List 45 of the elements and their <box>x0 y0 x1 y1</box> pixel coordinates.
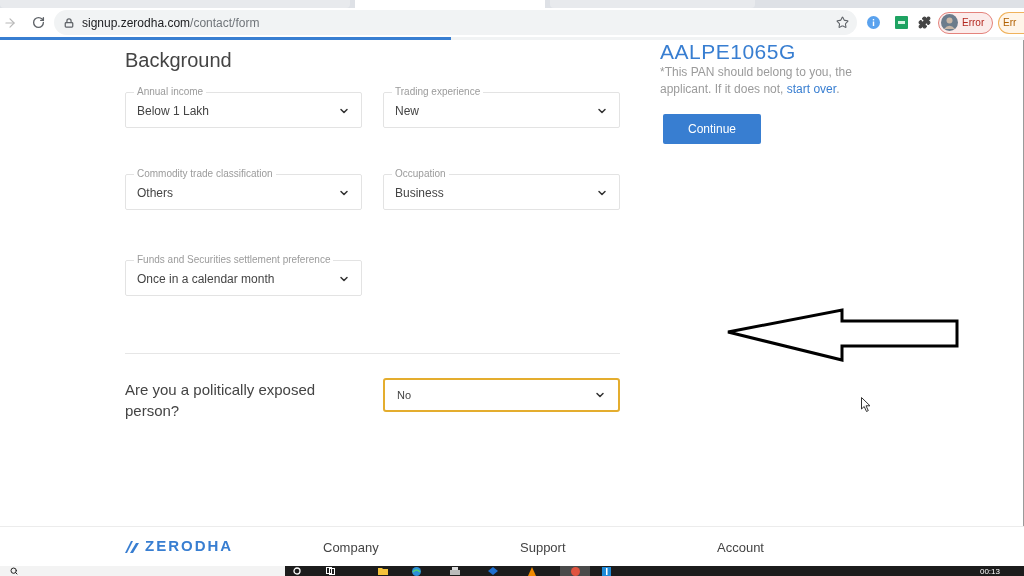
continue-button[interactable]: Continue <box>663 114 761 144</box>
question-text: Are you a politically exposed person? <box>125 380 317 421</box>
field-label: Annual income <box>136 87 205 97</box>
search-icon <box>10 567 18 575</box>
ring-icon[interactable] <box>293 567 301 575</box>
footer-heading: Company <box>323 539 379 555</box>
star-icon[interactable] <box>836 16 849 29</box>
left-arrow-icon <box>726 308 960 363</box>
puzzle-icon[interactable] <box>918 16 931 29</box>
field-label: Funds and Securities settlement preference <box>136 255 332 265</box>
globe-icon[interactable] <box>412 566 421 576</box>
printer-icon[interactable] <box>450 567 460 575</box>
arrow-right-icon <box>3 15 17 30</box>
footer-logo[interactable]: ZERODHA <box>145 535 234 558</box>
dropdown-field[interactable]: Funds and Securities settlement preference Once in a calendar month <box>125 255 362 296</box>
reload-icon <box>31 16 45 29</box>
field-label: Commodity trade classification <box>136 169 274 179</box>
cone-icon[interactable] <box>528 566 536 576</box>
kite-logo-icon <box>125 540 139 553</box>
square-logo-icon[interactable] <box>895 16 908 29</box>
mouse-pointer-icon <box>861 397 871 412</box>
dropdown-field[interactable]: Trading experience New <box>383 87 620 128</box>
profile-button[interactable]: Err <box>998 11 1024 34</box>
dropdown-field[interactable]: No <box>383 378 620 412</box>
footer-heading: Support <box>520 539 566 555</box>
pan-number: AALPE1065G <box>660 41 797 63</box>
square-icon[interactable] <box>602 566 611 576</box>
dropdown-field[interactable]: Annual income Below 1 Lakh <box>125 87 362 128</box>
section-title: Background <box>125 48 233 73</box>
start-over-link[interactable]: start over <box>786 82 837 96</box>
dropdown-field[interactable]: Commodity trade classification Others <box>125 169 362 210</box>
dropdown-field[interactable]: Occupation Business <box>383 169 620 210</box>
url-text: signup.zerodha.com/contact/form <box>82 14 260 32</box>
address-bar[interactable]: signup.zerodha.com/contact/form <box>54 10 857 35</box>
profile-button[interactable]: Error <box>938 11 993 34</box>
avatar-icon <box>941 14 958 31</box>
clock-text: 00:13 <box>979 566 1000 576</box>
info-icon[interactable] <box>867 16 880 29</box>
task-view-icon[interactable] <box>326 567 335 575</box>
field-label: Occupation <box>394 169 447 179</box>
taskbar-search-field[interactable] <box>0 566 285 576</box>
footer-heading: Account <box>717 539 764 555</box>
field-label: Trading experience <box>394 87 482 97</box>
pan-note: *This PAN should belong to you, the applicant. If it does not, start over. <box>660 64 853 98</box>
lock-icon <box>64 17 74 28</box>
